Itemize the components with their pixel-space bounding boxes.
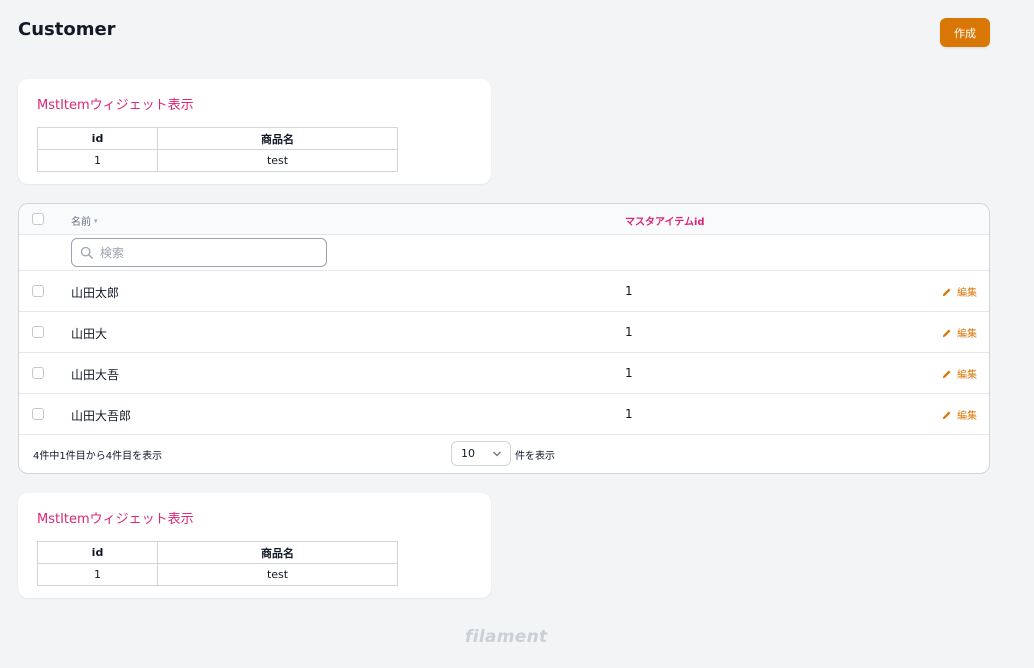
cell-master-item-id: 1 bbox=[625, 284, 633, 298]
page-title: Customer bbox=[18, 19, 116, 40]
search-icon bbox=[80, 246, 93, 259]
chevron-down-icon bbox=[493, 451, 501, 457]
column-header-name-label: 名前 bbox=[71, 217, 91, 228]
edit-link[interactable]: 編集 bbox=[942, 284, 977, 299]
widget-cell-product-name: test bbox=[157, 563, 398, 586]
pagination-summary: 4件中1件目から4件目を表示 bbox=[33, 451, 163, 462]
cell-master-item-id: 1 bbox=[625, 366, 633, 380]
cell-name: 山田太郎 bbox=[71, 286, 120, 300]
widget-title: MstItemウィジェット表示 bbox=[37, 98, 194, 113]
edit-link[interactable]: 編集 bbox=[942, 407, 977, 422]
widget-cell-id: 1 bbox=[37, 563, 158, 586]
pencil-icon bbox=[942, 288, 951, 296]
edit-label: 編集 bbox=[957, 370, 977, 381]
pencil-icon bbox=[942, 370, 951, 378]
column-header-master-item-id: マスタアイテムid bbox=[625, 217, 705, 228]
widget-cell-product-name: test bbox=[157, 149, 398, 172]
mst-item-widget-top: MstItemウィジェット表示 id 商品名 1 test bbox=[18, 79, 491, 184]
edit-label: 編集 bbox=[957, 411, 977, 422]
widget-table: id 商品名 1 test bbox=[37, 541, 398, 586]
sort-icon: ▾ bbox=[94, 216, 98, 225]
cell-master-item-id: 1 bbox=[625, 325, 633, 339]
cell-name: 山田大吾 bbox=[71, 368, 120, 382]
pencil-icon bbox=[942, 411, 951, 419]
per-page-suffix: 件を表示 bbox=[515, 451, 555, 462]
per-page-value: 10 bbox=[461, 447, 475, 460]
cell-name: 山田大吾郎 bbox=[71, 409, 132, 423]
filament-logo: filament bbox=[465, 627, 548, 647]
widget-header-product-name: 商品名 bbox=[157, 127, 398, 150]
customer-table: 名前 ▾ マスタアイテムid 山田太郎 1 編集 山田大 1 編集 bbox=[18, 203, 990, 474]
search-box bbox=[71, 238, 327, 267]
select-all-checkbox[interactable] bbox=[32, 213, 44, 225]
edit-link[interactable]: 編集 bbox=[942, 366, 977, 381]
widget-header-id: id bbox=[37, 541, 158, 564]
cell-name: 山田大 bbox=[71, 327, 108, 341]
cell-master-item-id: 1 bbox=[625, 407, 633, 421]
table-row: 山田大吾 1 編集 bbox=[19, 353, 989, 394]
row-checkbox[interactable] bbox=[32, 408, 44, 420]
edit-label: 編集 bbox=[957, 329, 977, 340]
mst-item-widget-bottom: MstItemウィジェット表示 id 商品名 1 test bbox=[18, 493, 491, 598]
column-header-name[interactable]: 名前 ▾ bbox=[71, 213, 98, 229]
row-checkbox[interactable] bbox=[32, 326, 44, 338]
edit-link[interactable]: 編集 bbox=[942, 325, 977, 340]
widget-cell-id: 1 bbox=[37, 149, 158, 172]
table-row: 山田太郎 1 編集 bbox=[19, 271, 989, 312]
pencil-icon bbox=[942, 329, 951, 337]
create-button[interactable]: 作成 bbox=[940, 18, 990, 47]
widget-header-product-name: 商品名 bbox=[157, 541, 398, 564]
per-page-select[interactable]: 10 bbox=[451, 441, 511, 466]
table-row: 山田大吾郎 1 編集 bbox=[19, 394, 989, 435]
row-checkbox[interactable] bbox=[32, 285, 44, 297]
table-row: 山田大 1 編集 bbox=[19, 312, 989, 353]
search-row bbox=[19, 235, 989, 271]
edit-label: 編集 bbox=[957, 288, 977, 299]
widget-title: MstItemウィジェット表示 bbox=[37, 512, 194, 527]
table-header: 名前 ▾ マスタアイテムid bbox=[19, 204, 989, 235]
widget-header-id: id bbox=[37, 127, 158, 150]
row-checkbox[interactable] bbox=[32, 367, 44, 379]
search-input[interactable] bbox=[100, 243, 320, 263]
widget-table: id 商品名 1 test bbox=[37, 127, 398, 172]
